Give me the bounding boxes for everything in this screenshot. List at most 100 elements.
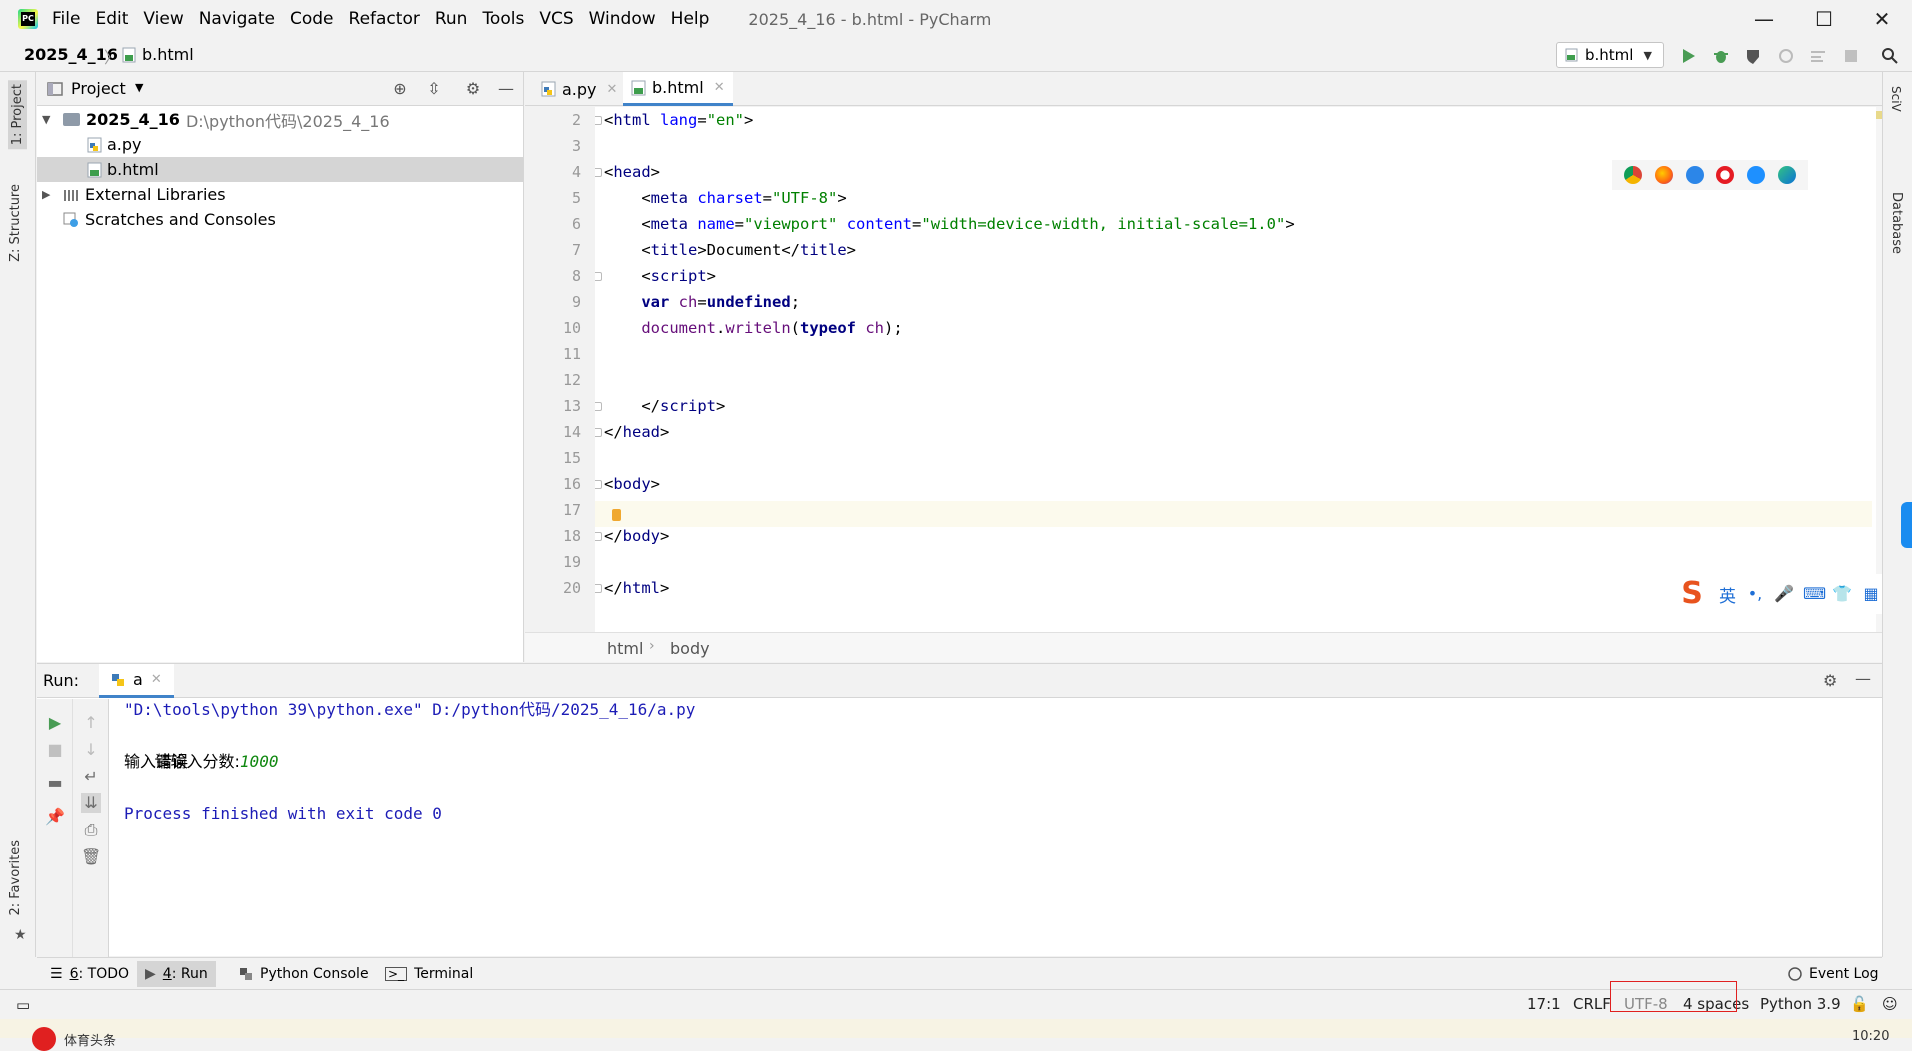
taskbar-clock[interactable]: 10:20: [1852, 1029, 1889, 1044]
tool-tab-event-log[interactable]: Event Log: [1787, 961, 1879, 987]
hide-panel-icon[interactable]: —: [1855, 669, 1871, 688]
collapsed-arrow-icon[interactable]: ▶: [42, 188, 50, 201]
hide-panel-icon[interactable]: —: [496, 79, 516, 99]
project-panel-title[interactable]: Project: [71, 79, 126, 98]
python-interpreter[interactable]: Python 3.9: [1760, 995, 1841, 1013]
gear-icon[interactable]: ⚙: [1823, 671, 1837, 690]
menu-tools[interactable]: Tools: [482, 9, 524, 29]
close-window-button[interactable]: ✕: [1852, 0, 1912, 38]
tool-tab-structure[interactable]: Z: Structure: [8, 184, 23, 262]
breadcrumb-html[interactable]: html: [607, 639, 643, 658]
sogou-logo-icon[interactable]: S: [1674, 577, 1710, 611]
notification-badge[interactable]: [32, 1027, 56, 1051]
fold-marker-icon[interactable]: [595, 584, 602, 593]
menu-vcs[interactable]: VCS: [539, 9, 573, 29]
chevron-down-icon[interactable]: ▼: [135, 81, 143, 94]
menu-file[interactable]: File: [52, 9, 80, 29]
menu-edit[interactable]: Edit: [95, 9, 128, 29]
nav-file-crumb[interactable]: b.html: [142, 45, 194, 64]
scroll-to-end-icon[interactable]: ⇊: [81, 793, 101, 813]
tool-tab-project[interactable]: 1: Project: [8, 80, 27, 150]
tool-tab-todo[interactable]: ☰ 6: TODO: [42, 961, 137, 987]
editor-scrollbar[interactable]: [1876, 107, 1882, 632]
fold-marker-icon[interactable]: [595, 402, 602, 411]
debug-bug-icon[interactable]: [1711, 46, 1731, 66]
skin-icon[interactable]: 👕: [1832, 584, 1852, 604]
edge-icon[interactable]: [1777, 166, 1796, 184]
breadcrumb-body[interactable]: body: [670, 639, 710, 658]
taskbar-news-label[interactable]: 体育头条: [64, 1030, 116, 1049]
ime-language-toggle[interactable]: 英: [1719, 582, 1736, 607]
tab-a-py[interactable]: a.py ✕: [533, 72, 625, 106]
profile-icon[interactable]: [1776, 46, 1796, 66]
run-console[interactable]: "D:\tools\python 39\python.exe" D:/pytho…: [109, 699, 1882, 957]
caret-position[interactable]: 17:1: [1527, 995, 1561, 1013]
tree-item-b-html[interactable]: b.html: [37, 157, 523, 182]
safari-icon[interactable]: [1685, 166, 1704, 184]
opera-icon[interactable]: [1716, 166, 1735, 184]
keyboard-icon[interactable]: ⌨: [1803, 584, 1826, 604]
chrome-icon[interactable]: [1624, 166, 1643, 184]
search-icon[interactable]: [1880, 46, 1900, 66]
menu-view[interactable]: View: [143, 9, 183, 29]
arrow-down-icon[interactable]: ↓: [81, 740, 101, 760]
soft-wrap-icon[interactable]: ↵: [81, 767, 101, 787]
gear-icon[interactable]: ⚙: [463, 79, 483, 99]
print-icon[interactable]: ⎙: [81, 820, 101, 840]
fold-marker-icon[interactable]: [595, 116, 602, 125]
bulb-icon[interactable]: [612, 509, 621, 521]
close-tab-icon[interactable]: ✕: [151, 672, 162, 687]
menu-window[interactable]: Window: [589, 9, 656, 29]
menu-navigate[interactable]: Navigate: [199, 9, 275, 29]
trash-icon[interactable]: 🗑: [81, 847, 101, 867]
coverage-shield-icon[interactable]: [1743, 46, 1763, 66]
rerun-icon[interactable]: ▶: [45, 713, 65, 733]
floating-widget-tab[interactable]: [1901, 502, 1912, 548]
menu-run[interactable]: Run: [435, 9, 468, 29]
grid-icon[interactable]: ▦: [1861, 584, 1881, 604]
fold-marker-icon[interactable]: [595, 532, 602, 541]
fold-marker-icon[interactable]: [595, 168, 602, 177]
menu-code[interactable]: Code: [290, 9, 334, 29]
expanded-arrow-icon[interactable]: ▼: [42, 113, 50, 126]
firefox-icon[interactable]: [1654, 166, 1673, 184]
run-config-select[interactable]: b.html ▼: [1556, 42, 1664, 68]
run-tab-a[interactable]: a ✕: [99, 664, 174, 698]
tree-item-a-py[interactable]: a.py: [37, 132, 523, 157]
lock-icon[interactable]: 🔓: [1850, 995, 1869, 1013]
tool-tab-python-console[interactable]: Python Console: [231, 961, 377, 987]
locate-target-icon[interactable]: ⊕: [390, 79, 410, 99]
fold-marker-icon[interactable]: [595, 428, 602, 437]
close-tab-icon[interactable]: ✕: [607, 82, 618, 97]
tool-tab-run[interactable]: ▶ 4: Run: [137, 961, 216, 987]
run-button[interactable]: [1679, 46, 1699, 66]
stop-icon[interactable]: [1841, 46, 1861, 66]
tree-item-scratches[interactable]: Scratches and Consoles: [37, 207, 523, 232]
layout-icon[interactable]: ▬: [45, 773, 65, 793]
tree-item-external-libraries[interactable]: ▶ External Libraries: [37, 182, 523, 207]
minimize-button[interactable]: —: [1734, 0, 1794, 38]
line-separator[interactable]: CRLF: [1573, 995, 1611, 1013]
panel-toggle-icon[interactable]: ▭: [16, 996, 30, 1014]
maximize-button[interactable]: ☐: [1794, 0, 1854, 38]
collapse-all-icon[interactable]: ⇳: [424, 79, 444, 99]
tab-b-html[interactable]: b.html ✕: [623, 72, 733, 106]
tool-tab-favorites[interactable]: 2: Favorites: [8, 840, 23, 916]
tool-tab-sciview[interactable]: SciV: [1889, 86, 1903, 112]
fold-marker-icon[interactable]: [595, 480, 602, 489]
pin-icon[interactable]: 📌: [45, 807, 65, 827]
concurrency-icon[interactable]: [1808, 46, 1828, 66]
arrow-up-icon[interactable]: ↑: [81, 713, 101, 733]
tool-tab-terminal[interactable]: >_ Terminal: [377, 961, 481, 987]
ie-icon[interactable]: [1746, 166, 1765, 184]
fold-marker-icon[interactable]: [595, 272, 602, 281]
tool-tab-database[interactable]: Database: [1889, 192, 1904, 254]
tree-item-project-root[interactable]: ▼ 2025_4_16 D:\python代码\2025_4_16: [37, 107, 523, 132]
menu-help[interactable]: Help: [671, 9, 710, 29]
microphone-icon[interactable]: 🎤: [1774, 584, 1794, 604]
inspector-icon[interactable]: ☺: [1882, 995, 1898, 1013]
ime-punctuation-toggle[interactable]: •,: [1745, 584, 1765, 604]
close-tab-icon[interactable]: ✕: [714, 80, 725, 95]
menu-refactor[interactable]: Refactor: [349, 9, 420, 29]
stop-icon[interactable]: ■: [45, 740, 65, 760]
